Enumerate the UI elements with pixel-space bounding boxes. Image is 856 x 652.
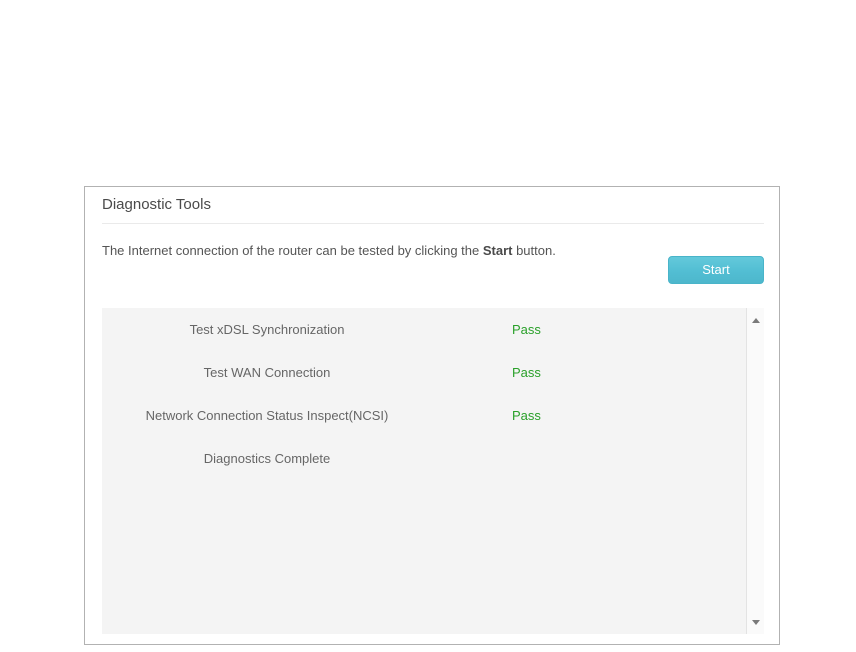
result-status: Pass — [512, 322, 541, 337]
result-label: Diagnostics Complete — [203, 451, 331, 466]
page-title: Diagnostic Tools — [102, 196, 211, 213]
scroll-up-arrow-icon — [751, 317, 760, 323]
scroll-down-arrow-icon — [751, 619, 760, 625]
result-row: Test xDSL Synchronization Pass — [102, 308, 746, 351]
scroll-down-arrow[interactable] — [747, 614, 764, 630]
start-button[interactable]: Start — [668, 256, 764, 284]
result-status: Pass — [512, 365, 541, 380]
description-prefix: The Internet connection of the router ca… — [102, 243, 483, 258]
result-status: Pass — [512, 408, 541, 423]
result-label: Test xDSL Synchronization — [189, 322, 345, 337]
results-scrollbar[interactable] — [746, 308, 764, 634]
result-row: Diagnostics Complete — [102, 437, 746, 480]
description-suffix: button. — [512, 243, 556, 258]
title-divider — [102, 223, 764, 224]
result-label: Network Connection Status Inspect(NCSI) — [145, 408, 389, 423]
description-bold-word: Start — [482, 243, 513, 258]
result-row: Test WAN Connection Pass — [102, 351, 746, 394]
result-label: Test WAN Connection — [203, 365, 331, 380]
description-text: The Internet connection of the router ca… — [102, 243, 556, 258]
result-row: Network Connection Status Inspect(NCSI) … — [102, 394, 746, 437]
results-list: Test xDSL Synchronization Pass Test WAN … — [102, 308, 746, 634]
diagnostic-tools-panel: Diagnostic Tools The Internet connection… — [84, 186, 780, 645]
scroll-up-arrow[interactable] — [747, 312, 764, 328]
results-panel: Test xDSL Synchronization Pass Test WAN … — [102, 308, 764, 634]
